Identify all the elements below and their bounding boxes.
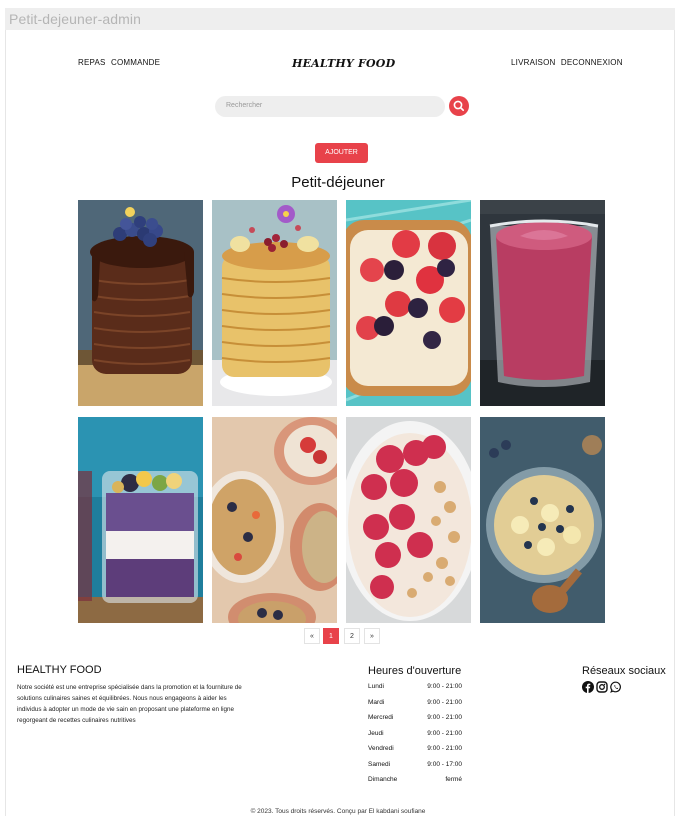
product-card-raspberry-granola[interactable] xyxy=(346,417,471,623)
opening-hours-list: Lundi 9:00 - 21:00 Mardi 9:00 - 21:00 Merc… xyxy=(368,683,464,792)
hours-time: 9:00 - 21:00 xyxy=(427,714,462,721)
oat-bowls-image xyxy=(212,417,337,623)
hours-time: 9:00 - 21:00 xyxy=(427,745,462,752)
product-card-chocolate-pancakes[interactable] xyxy=(78,200,203,406)
raspberry-granola-image xyxy=(346,417,471,623)
instagram-icon[interactable] xyxy=(596,681,608,693)
fruit-pancakes-image xyxy=(212,200,337,406)
pagination-pages-2: 2 xyxy=(344,628,360,644)
hours-day: Mardi xyxy=(368,698,385,706)
pagination: « xyxy=(304,628,320,644)
hours-time: 9:00 - 21:00 xyxy=(427,729,462,737)
hours-row: Vendredi 9:00 - 21:00 xyxy=(368,745,464,761)
hours-row: Jeudi 9:00 - 21:00 xyxy=(368,730,464,746)
berry-toast-image xyxy=(346,200,471,406)
pagination-pages: 1 xyxy=(323,628,339,644)
footer-brand: HEALTHY FOOD xyxy=(17,664,102,676)
whatsapp-icon[interactable] xyxy=(610,681,622,693)
search-button[interactable] xyxy=(449,96,469,116)
hours-row: Lundi 9:00 - 21:00 xyxy=(368,683,464,699)
product-card-oat-bowls[interactable] xyxy=(212,417,337,623)
pagination-prev[interactable]: « xyxy=(304,628,320,644)
footer-hours-title: Heures d'ouverture xyxy=(368,665,462,677)
product-grid xyxy=(78,200,605,623)
pagination-page-2[interactable]: 2 xyxy=(344,628,360,644)
hours-time: 9:00 - 17:00 xyxy=(427,760,462,768)
hours-row: Mardi 9:00 - 21:00 xyxy=(368,699,464,715)
product-card-chia-parfait[interactable] xyxy=(78,417,203,623)
section-title: Petit-déjeuner xyxy=(291,174,385,191)
search-input[interactable]: Rechercher xyxy=(215,96,445,117)
pagination-next-wrap: » xyxy=(364,628,380,644)
pagination-page-1[interactable]: 1 xyxy=(323,628,339,644)
hours-day: Mercredi xyxy=(368,714,394,721)
product-card-fruit-pancakes[interactable] xyxy=(212,200,337,406)
hours-day: Samedi xyxy=(368,760,391,768)
copyright: © 2023. Tous droits réservés. Conçu par … xyxy=(250,808,426,815)
banana-oatmeal-image xyxy=(480,417,605,623)
pagination-next[interactable]: » xyxy=(364,628,380,644)
hours-day: Vendredi xyxy=(368,745,394,752)
add-button[interactable]: AJOUTER xyxy=(315,143,368,163)
footer-description: Notre société est une entreprise spécial… xyxy=(17,684,242,724)
nav-link-repas[interactable]: REPAS xyxy=(78,58,106,67)
chia-parfait-image xyxy=(78,417,203,623)
nav-right: LIVRAISON DECONNEXION xyxy=(511,58,626,67)
hours-time: 9:00 - 21:00 xyxy=(427,698,462,706)
nav-link-livraison[interactable]: LIVRAISON xyxy=(511,58,555,67)
hours-time: fermé xyxy=(445,776,462,783)
window-title: Petit-dejeuner-admin xyxy=(9,11,141,27)
hours-day: Jeudi xyxy=(368,729,384,737)
nav-link-deconnexion[interactable]: DECONNEXION xyxy=(561,58,623,67)
product-card-banana-oatmeal[interactable] xyxy=(480,417,605,623)
search-placeholder: Rechercher xyxy=(226,102,263,109)
search-icon xyxy=(453,100,465,112)
hours-row: Mercredi 9:00 - 21:00 xyxy=(368,714,464,730)
hours-row: Samedi 9:00 - 17:00 xyxy=(368,761,464,777)
product-card-berry-smoothie[interactable] xyxy=(480,200,605,406)
footer-social-title: Réseaux sociaux xyxy=(582,665,666,677)
hours-time: 9:00 - 21:00 xyxy=(427,683,462,690)
berry-smoothie-image xyxy=(480,200,605,406)
hours-row: Dimanche fermé xyxy=(368,776,464,792)
product-card-berry-toast[interactable] xyxy=(346,200,471,406)
hours-day: Dimanche xyxy=(368,776,398,783)
chocolate-pancakes-image xyxy=(78,200,203,406)
nav-link-commande[interactable]: COMMANDE xyxy=(111,58,160,67)
window-titlebar: Petit-dejeuner-admin xyxy=(5,8,675,30)
hours-day: Lundi xyxy=(368,683,384,690)
nav-left: REPAS COMMANDE xyxy=(78,58,163,67)
facebook-icon[interactable] xyxy=(582,681,594,693)
site-logo[interactable]: HEALTHY FOOD xyxy=(292,57,395,70)
social-links xyxy=(582,681,622,693)
